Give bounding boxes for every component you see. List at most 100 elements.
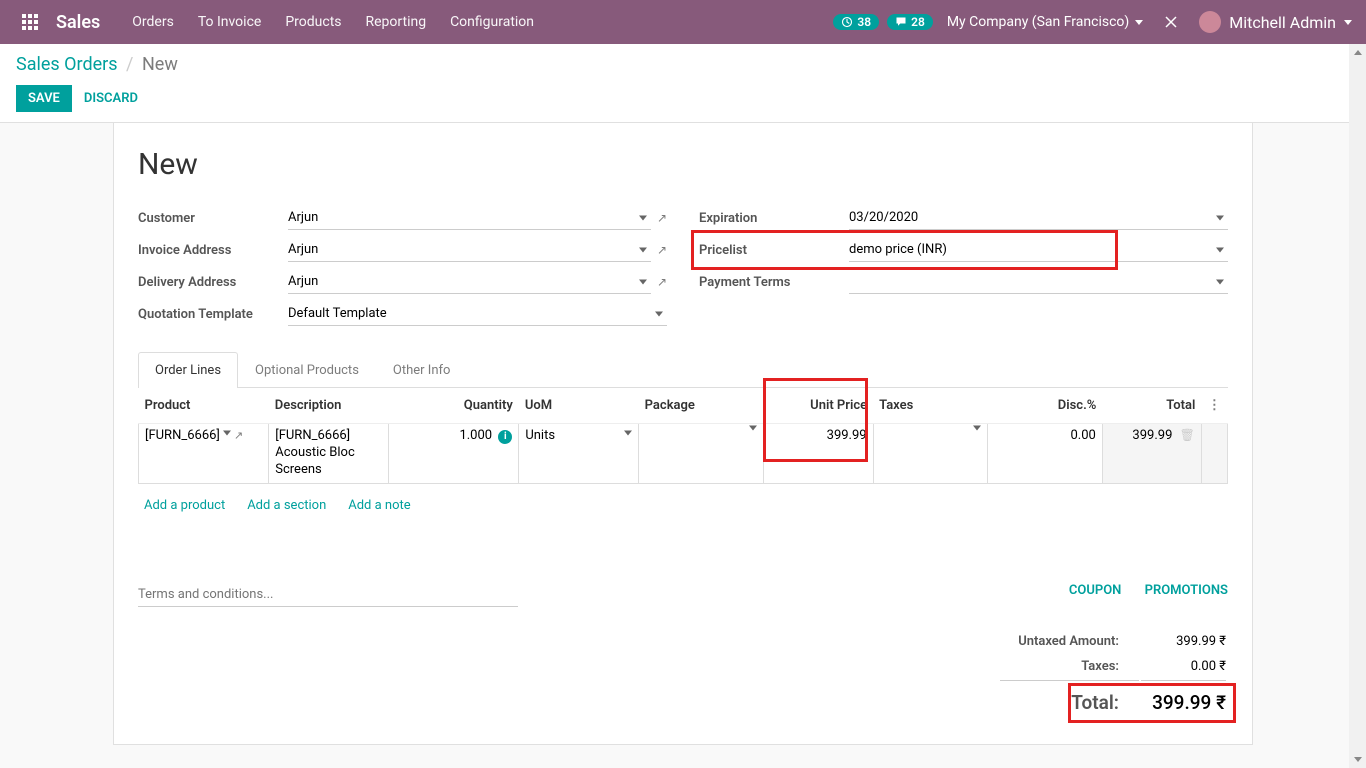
cell-disc[interactable]: 0.00	[988, 424, 1103, 484]
nav-configuration[interactable]: Configuration	[438, 0, 546, 44]
company-name: My Company (San Francisco)	[947, 14, 1129, 30]
cell-taxes[interactable]	[873, 424, 988, 484]
nav-products[interactable]: Products	[273, 0, 353, 44]
invoice-address-input[interactable]	[288, 238, 651, 262]
quotation-template-field[interactable]	[288, 302, 667, 326]
untaxed-label: Untaxed Amount:	[1000, 630, 1139, 653]
breadcrumb-root[interactable]: Sales Orders	[16, 54, 118, 75]
add-section-link[interactable]: Add a section	[247, 498, 326, 513]
company-switcher[interactable]: My Company (San Francisco)	[941, 14, 1149, 30]
taxes-row: Taxes: 0.00 ₹	[1000, 655, 1226, 678]
cell-description[interactable]: [FURN_6666] Acoustic Bloc Screens	[269, 424, 389, 484]
scroll-down-icon[interactable]	[1349, 751, 1366, 768]
cell-quantity[interactable]: 1.000 i	[389, 424, 519, 484]
quotation-template-label: Quotation Template	[138, 307, 288, 322]
external-link-icon[interactable]: ↗	[657, 275, 667, 289]
save-button[interactable]: SAVE	[16, 85, 72, 112]
payment-terms-input[interactable]	[849, 270, 1228, 294]
activity-count: 38	[857, 15, 871, 29]
scroll-up-icon[interactable]	[1349, 44, 1366, 61]
pricelist-input[interactable]	[849, 238, 1228, 262]
chevron-down-icon	[749, 426, 757, 431]
scrollbar[interactable]	[1349, 44, 1366, 768]
nav-reporting[interactable]: Reporting	[354, 0, 439, 44]
pricelist-field[interactable]	[849, 238, 1228, 262]
th-product: Product	[139, 388, 269, 424]
th-total: Total	[1102, 388, 1201, 424]
tabs: Order Lines Optional Products Other Info	[138, 352, 1228, 388]
delivery-address-field[interactable]	[288, 270, 651, 294]
chat-pill[interactable]: 28	[887, 14, 933, 30]
trash-icon[interactable]: 🗑	[1180, 428, 1195, 442]
form-container: New Customer ↗ Expiration	[0, 123, 1366, 745]
th-kebab[interactable]: ⋮	[1201, 388, 1227, 424]
cell-unit-price[interactable]: 399.99	[764, 424, 873, 484]
promotions-link[interactable]: PROMOTIONS	[1145, 583, 1228, 598]
expiration-input[interactable]	[849, 206, 1228, 230]
tab-order-lines[interactable]: Order Lines	[138, 352, 238, 388]
apps-icon[interactable]	[8, 14, 52, 30]
cp-buttons: SAVE DISCARD	[16, 85, 1350, 112]
taxes-label: Taxes:	[1000, 655, 1139, 678]
user-menu[interactable]: Mitchell Admin	[1193, 11, 1358, 33]
external-link-icon[interactable]: ↗	[657, 243, 667, 257]
external-link-icon[interactable]: ↗	[657, 211, 667, 225]
tab-optional-products[interactable]: Optional Products	[238, 352, 376, 388]
top-navbar: Sales Orders To Invoice Products Reporti…	[0, 0, 1366, 44]
debug-icon[interactable]	[1157, 14, 1185, 30]
th-uom: UoM	[519, 388, 639, 424]
external-link-icon[interactable]: ↗	[234, 429, 243, 442]
product-input[interactable]	[145, 428, 220, 443]
nav-menu: Orders To Invoice Products Reporting Con…	[120, 0, 546, 44]
customer-input[interactable]	[288, 206, 651, 230]
expiration-row: Expiration	[699, 206, 1228, 230]
expiration-field[interactable]	[849, 206, 1228, 230]
table-header-row: Product Description Quantity UoM Package…	[139, 388, 1228, 424]
cell-total: 399.99 🗑	[1102, 424, 1201, 484]
order-lines-table: Product Description Quantity UoM Package…	[138, 388, 1228, 484]
add-note-link[interactable]: Add a note	[348, 498, 410, 513]
expiration-label: Expiration	[699, 211, 849, 226]
cell-package[interactable]	[639, 424, 764, 484]
chat-count: 28	[911, 15, 925, 29]
cell-uom[interactable]: Units	[519, 424, 639, 484]
info-icon[interactable]: i	[498, 430, 512, 444]
app-brand[interactable]: Sales	[52, 12, 120, 33]
caret-down-icon	[1135, 20, 1143, 25]
total-row: Total: 399.99 ₹	[1000, 680, 1226, 718]
coupon-link[interactable]: COUPON	[1069, 583, 1122, 598]
delivery-address-input[interactable]	[288, 270, 651, 294]
payment-terms-label: Payment Terms	[699, 275, 849, 290]
total-label: Total:	[1000, 680, 1139, 718]
discard-button[interactable]: DISCARD	[84, 91, 138, 106]
cell-product[interactable]: ↗	[139, 424, 269, 484]
totals-block: COUPON PROMOTIONS Untaxed Amount: 399.99…	[998, 583, 1228, 720]
quotation-template-input[interactable]	[288, 302, 667, 326]
chevron-down-icon	[624, 431, 632, 436]
cell-handle	[1201, 424, 1227, 484]
terms-input[interactable]	[138, 583, 518, 607]
chevron-down-icon	[223, 431, 231, 436]
customer-label: Customer	[138, 211, 288, 226]
kebab-icon[interactable]: ⋮	[1208, 398, 1221, 413]
delivery-address-label: Delivery Address	[138, 275, 288, 290]
payment-terms-field[interactable]	[849, 270, 1228, 294]
form-grid: Customer ↗ Expiration Invoice Address	[138, 206, 1228, 326]
invoice-address-field[interactable]	[288, 238, 651, 262]
breadcrumb: Sales Orders / New	[16, 54, 1350, 75]
add-product-link[interactable]: Add a product	[144, 498, 225, 513]
customer-field[interactable]	[288, 206, 651, 230]
breadcrumb-sep: /	[126, 54, 133, 75]
nav-to-invoice[interactable]: To Invoice	[186, 0, 274, 44]
invoice-address-label: Invoice Address	[138, 243, 288, 258]
caret-down-icon	[1344, 20, 1352, 25]
activity-pill[interactable]: 38	[833, 14, 879, 30]
avatar	[1199, 11, 1221, 33]
tab-other-info[interactable]: Other Info	[376, 352, 468, 388]
th-disc: Disc.%	[988, 388, 1103, 424]
user-name: Mitchell Admin	[1229, 13, 1336, 32]
totals-table: Untaxed Amount: 399.99 ₹ Taxes: 0.00 ₹ T…	[998, 628, 1228, 720]
total-value: 399.99 ₹	[1141, 680, 1226, 718]
quantity-value: 1.000	[459, 428, 492, 443]
nav-orders[interactable]: Orders	[120, 0, 186, 44]
